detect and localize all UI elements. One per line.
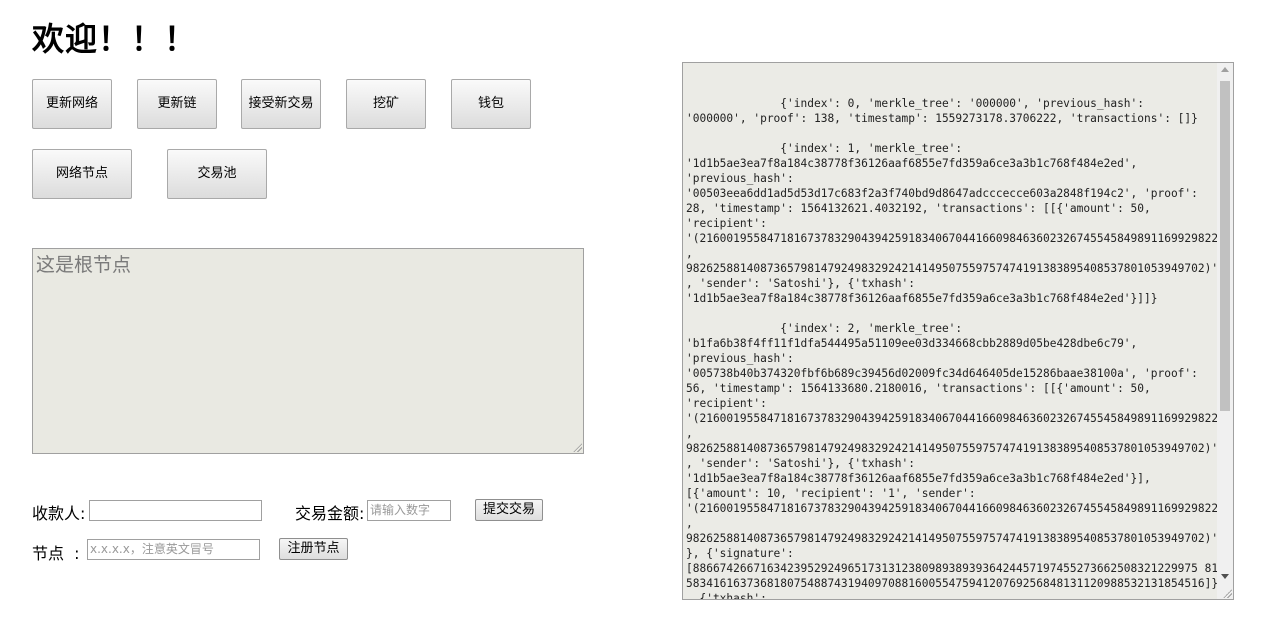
root-node-textarea[interactable]: 这是根节点 (32, 248, 584, 454)
root-node-placeholder: 这是根节点 (36, 254, 132, 276)
node-input[interactable]: x.x.x.x，注意英文冒号 (87, 539, 260, 560)
accept-transaction-button[interactable]: 接受新交易 (241, 79, 321, 129)
page-title: 欢迎！！！ (32, 20, 198, 58)
update-chain-button[interactable]: 更新链 (137, 79, 217, 129)
amount-input[interactable]: 请输入数字 (367, 500, 451, 521)
amount-label: 交易金额: (295, 504, 365, 523)
recipient-label: 收款人: (32, 504, 86, 523)
node-label: 节点 : (32, 544, 80, 563)
submit-transaction-button[interactable]: 提交交易 (475, 499, 543, 521)
scroll-up-arrow-icon[interactable] (1221, 67, 1229, 72)
resize-grip-icon[interactable] (573, 443, 582, 452)
mine-button[interactable]: 挖矿 (346, 79, 426, 129)
chain-output-text: {'index': 0, 'merkle_tree': '000000', 'p… (686, 97, 1225, 600)
resize-grip-icon[interactable] (1223, 589, 1232, 598)
vertical-scrollbar[interactable] (1217, 63, 1233, 599)
update-network-button[interactable]: 更新网络 (32, 79, 112, 129)
chain-output-textarea[interactable]: {'index': 0, 'merkle_tree': '000000', 'p… (682, 62, 1234, 600)
scroll-down-arrow-icon[interactable] (1221, 574, 1229, 579)
wallet-button[interactable]: 钱包 (451, 79, 531, 129)
recipient-input[interactable] (89, 500, 262, 521)
transaction-pool-button[interactable]: 交易池 (167, 149, 267, 199)
scroll-thumb[interactable] (1220, 81, 1230, 411)
register-node-button[interactable]: 注册节点 (279, 538, 348, 560)
network-nodes-button[interactable]: 网络节点 (32, 149, 132, 199)
